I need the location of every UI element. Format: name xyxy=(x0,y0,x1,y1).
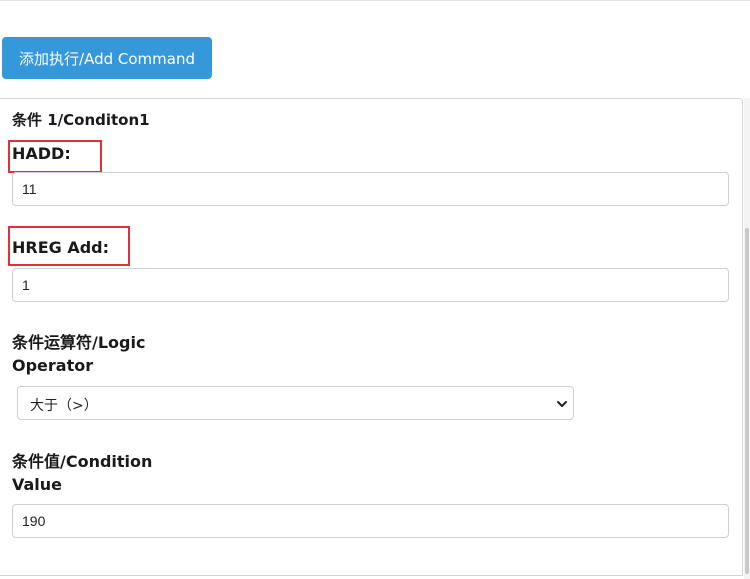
logic-operator-select[interactable]: 大于（>） xyxy=(17,386,574,420)
condition-value-label-line2: Value xyxy=(12,475,63,494)
top-divider xyxy=(0,0,750,1)
chevron-down-icon xyxy=(557,401,567,407)
page: 添加执行/Add Command 条件 1/Conditon1 HADD: HR… xyxy=(0,0,750,579)
hreg-add-input[interactable] xyxy=(12,268,729,302)
scrollbar-thumb[interactable] xyxy=(745,228,749,574)
condition-value-input[interactable] xyxy=(12,504,729,538)
hadd-input[interactable] xyxy=(12,172,729,206)
add-command-button[interactable]: 添加执行/Add Command xyxy=(2,37,212,79)
logic-operator-selected-value: 大于（>） xyxy=(30,398,98,414)
logic-operator-label-line1: 条件运算符/Logic xyxy=(12,333,146,352)
logic-operator-label-line2: Operator xyxy=(12,356,94,375)
hadd-highlight-box xyxy=(8,140,102,173)
condition-heading: 条件 1/Conditon1 xyxy=(12,111,150,129)
hreg-add-highlight-box xyxy=(8,226,130,266)
condition-value-label-line1: 条件值/Condition xyxy=(12,452,153,471)
